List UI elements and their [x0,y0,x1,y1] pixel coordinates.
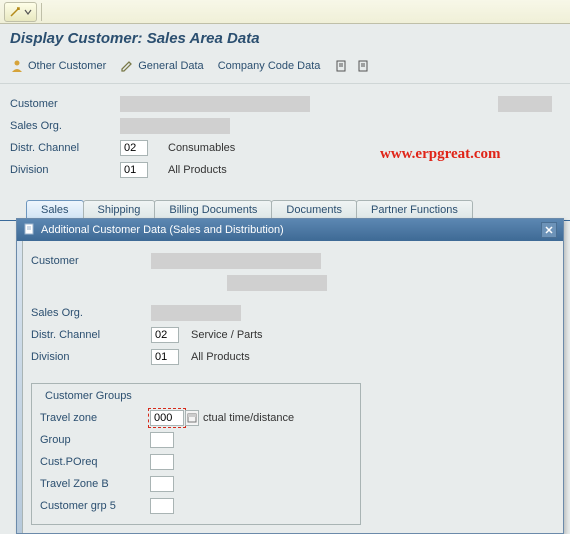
chevron-down-icon [24,8,32,16]
main-form: Customer Sales Org. Distr. Channel Consu… [0,84,570,188]
additional-customer-data-popup: Additional Customer Data (Sales and Dist… [16,218,564,534]
division-input[interactable] [120,162,148,178]
customer-extra-redacted [498,96,552,112]
group-row: Group [40,430,352,450]
popup-distr-channel-desc: Service / Parts [191,329,263,341]
popup-division-label: Division [31,351,151,363]
popup-body: Customer Sales Org. Distr. Channel Servi… [17,241,563,371]
popup-sales-org-row: Sales Org. [31,303,553,323]
popup-customer-label: Customer [31,255,151,267]
search-help-icon [187,413,197,423]
general-data-button[interactable]: General Data [120,59,203,73]
customer-row: Customer [10,94,560,114]
document-icon [23,223,35,238]
watermark-text: www.erpgreat.com [380,146,501,163]
customer-label: Customer [10,98,120,110]
popup-sales-org-label: Sales Org. [31,307,151,319]
popup-customer-row: Customer [31,251,553,271]
close-button[interactable] [541,222,557,238]
pencil-icon [120,59,134,73]
title-area: Display Customer: Sales Area Data [0,24,570,55]
customer-grp5-input[interactable] [150,498,174,514]
person-icon [10,59,24,73]
other-customer-label: Other Customer [28,60,106,72]
tab-shipping[interactable]: Shipping [83,200,156,220]
groupbox-title: Customer Groups [42,390,135,402]
customer-grp5-label: Customer grp 5 [40,500,150,512]
distr-channel-desc: Consumables [168,142,235,154]
customer-groups-groupbox: Customer Groups Travel zone ctual time/d… [31,383,361,525]
group-input[interactable] [150,432,174,448]
group-label: Group [40,434,150,446]
cust-poreq-label: Cust.POreq [40,456,150,468]
travel-zone-b-label: Travel Zone B [40,478,150,490]
cust-poreq-input[interactable] [150,454,174,470]
popup-customer-value-redacted [151,253,321,269]
popup-customer-row2 [31,273,553,293]
document-small-icon-1[interactable] [334,59,348,73]
travel-zone-b-row: Travel Zone B [40,474,352,494]
sales-org-value-redacted [120,118,230,134]
popup-division-desc: All Products [191,351,250,363]
travel-zone-row: Travel zone ctual time/distance [40,408,352,428]
system-toolbar [0,0,570,24]
sales-org-label: Sales Org. [10,120,120,132]
close-icon [544,225,554,235]
popup-sales-org-value-redacted [151,305,241,321]
toolbar-divider [41,3,42,21]
division-label: Division [10,164,120,176]
distr-channel-input[interactable] [120,140,148,156]
company-code-data-label: Company Code Data [218,60,321,72]
travel-zone-f4-button[interactable] [185,410,199,426]
general-data-label: General Data [138,60,203,72]
company-code-data-button[interactable]: Company Code Data [218,60,321,72]
customer-grp5-row: Customer grp 5 [40,496,352,516]
popup-customer-value2-redacted [227,275,327,291]
popup-distr-channel-label: Distr. Channel [31,329,151,341]
page-title: Display Customer: Sales Area Data [10,30,260,47]
tab-partner[interactable]: Partner Functions [356,200,473,220]
travel-zone-desc: ctual time/distance [203,412,294,424]
travel-zone-b-input[interactable] [150,476,174,492]
cust-poreq-row: Cust.POreq [40,452,352,472]
popup-left-rail [17,241,23,533]
action-bar: Other Customer General Data Company Code… [0,55,570,84]
popup-division-input[interactable] [151,349,179,365]
sales-org-row: Sales Org. [10,116,560,136]
popup-distr-channel-row: Distr. Channel Service / Parts [31,325,553,345]
other-customer-button[interactable]: Other Customer [10,59,106,73]
distr-channel-label: Distr. Channel [10,142,120,154]
travel-zone-input[interactable] [150,410,184,426]
customer-value-redacted [120,96,310,112]
popup-distr-channel-input[interactable] [151,327,179,343]
toolbar-button-group[interactable] [4,2,37,22]
popup-titlebar: Additional Customer Data (Sales and Dist… [17,219,563,241]
popup-division-row: Division All Products [31,347,553,367]
division-desc: All Products [168,164,227,176]
tab-documents[interactable]: Documents [271,200,357,220]
tab-billing[interactable]: Billing Documents [154,200,272,220]
travel-zone-label: Travel zone [40,412,150,424]
division-row: Division All Products [10,160,560,180]
popup-title-text: Additional Customer Data (Sales and Dist… [41,224,284,236]
wand-icon [9,6,21,18]
tab-sales[interactable]: Sales [26,200,84,220]
document-small-icon-2[interactable] [356,59,370,73]
